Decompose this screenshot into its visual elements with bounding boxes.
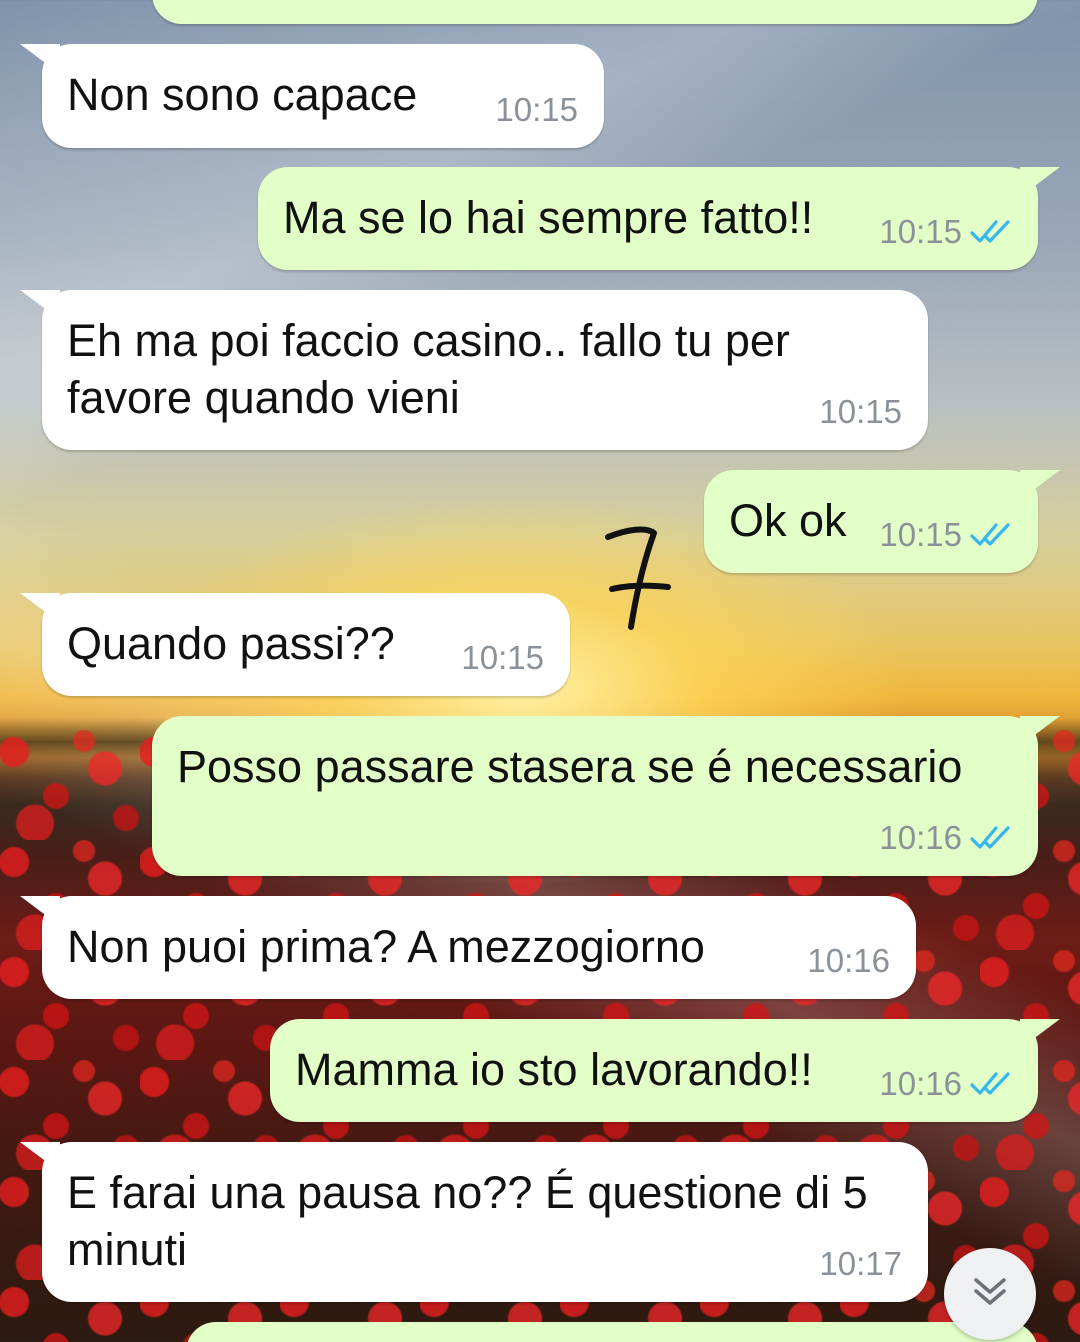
message-time: 10:15 <box>495 91 578 128</box>
incoming-message-bubble[interactable]: Non sono capace 10:15 <box>20 44 604 148</box>
message-time: 10:15 <box>879 213 962 250</box>
outgoing-bubble-partial[interactable] <box>152 0 1038 24</box>
incoming-message-bubble[interactable]: Non puoi prima? A mezzogiorno 10:16 <box>20 896 916 999</box>
message-time: 10:16 <box>879 1065 962 1102</box>
outgoing-bubble-partial[interactable] <box>186 1322 1038 1342</box>
message-time: 10:15 <box>879 516 962 553</box>
outgoing-message-bubble[interactable]: Ok ok 10:15 <box>704 470 1060 573</box>
message-time: 10:17 <box>819 1245 902 1282</box>
message-text: Ma se lo hai sempre fatto!! <box>283 192 814 243</box>
scroll-to-bottom-button[interactable] <box>944 1248 1036 1340</box>
double-check-read-icon <box>970 522 1012 548</box>
double-check-read-icon <box>970 825 1012 851</box>
outgoing-message-bubble[interactable]: Ma se lo hai sempre fatto!! 10:15 <box>258 167 1060 270</box>
message-text: Mamma io sto lavorando!! <box>295 1044 813 1095</box>
message-text: Ok ok <box>729 495 847 546</box>
message-meta: 10:16 <box>879 1064 1012 1104</box>
message-meta: 10:15 <box>495 90 578 130</box>
message-meta: 10:15 <box>879 515 1012 555</box>
message-meta: 10:15 <box>461 638 544 678</box>
double-chevron-down-icon <box>970 1274 1010 1315</box>
double-check-read-icon <box>970 219 1012 245</box>
message-time: 10:16 <box>879 819 962 856</box>
message-meta: 10:16 <box>879 818 1012 858</box>
outgoing-message-bubble[interactable]: Mamma io sto lavorando!! 10:16 <box>270 1019 1060 1122</box>
double-check-read-icon <box>970 1071 1012 1097</box>
message-meta: 10:15 <box>819 392 902 432</box>
message-text: Non puoi prima? A mezzogiorno <box>67 921 705 972</box>
message-text: Non sono capace <box>67 69 418 120</box>
message-meta: 10:17 <box>819 1244 902 1284</box>
outgoing-message-bubble[interactable]: Posso passare stasera se é necessario 10… <box>152 716 1060 876</box>
incoming-message-bubble[interactable]: Quando passi?? 10:15 <box>20 593 570 696</box>
message-meta: 10:16 <box>807 941 890 981</box>
message-text: Quando passi?? <box>67 618 395 669</box>
message-text: E farai una pausa no?? É questione di 5 … <box>67 1167 868 1275</box>
handwritten-seven-annotation <box>605 526 671 630</box>
message-time: 10:15 <box>819 393 902 430</box>
incoming-message-bubble[interactable]: Eh ma poi faccio casino.. fallo tu per f… <box>20 290 928 450</box>
message-text: Eh ma poi faccio casino.. fallo tu per f… <box>67 315 790 423</box>
message-meta: 10:15 <box>879 212 1012 252</box>
message-text: Posso passare stasera se é necessario <box>177 741 963 792</box>
incoming-message-bubble[interactable]: E farai una pausa no?? É questione di 5 … <box>20 1142 928 1302</box>
message-time: 10:15 <box>461 639 544 676</box>
message-time: 10:16 <box>807 942 890 979</box>
